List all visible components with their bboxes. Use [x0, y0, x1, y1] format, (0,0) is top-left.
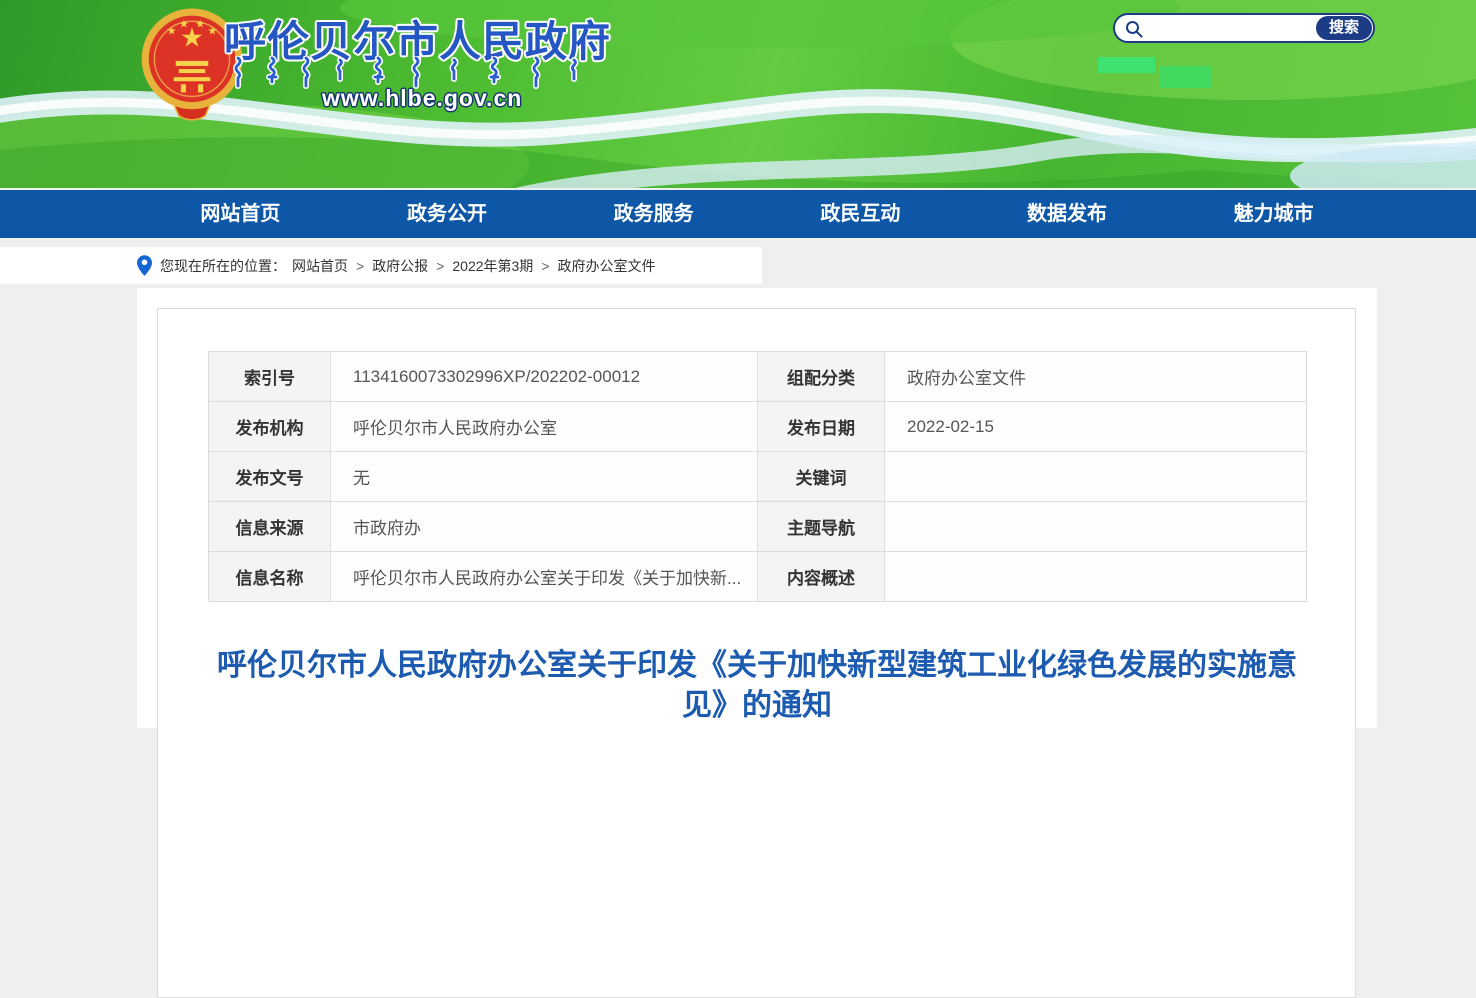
info-value: 无	[331, 452, 758, 502]
site-url: www.hlbe.gov.cn	[322, 85, 522, 112]
info-label: 发布日期	[758, 402, 885, 452]
breadcrumb-link-gazette[interactable]: 政府公报	[372, 256, 428, 276]
table-row: 信息名称 呼伦贝尔市人民政府办公室关于印发《关于加快新... 内容概述	[209, 552, 1307, 602]
document-panel: 索引号 1134160073302996XP/202202-00012 组配分类…	[157, 308, 1356, 998]
info-value: 1134160073302996XP/202202-00012	[331, 352, 758, 402]
info-value: 2022-02-15	[885, 402, 1307, 452]
info-label: 内容概述	[758, 552, 885, 602]
document-title: 呼伦贝尔市人民政府办公室关于印发《关于加快新型建筑工业化绿色发展的实施意见》的通…	[197, 646, 1317, 726]
doc-info-table: 索引号 1134160073302996XP/202202-00012 组配分类…	[208, 351, 1307, 602]
info-label: 主题导航	[758, 502, 885, 552]
breadcrumb-link-category[interactable]: 政府办公室文件	[558, 256, 656, 276]
nav-item-home[interactable]: 网站首页	[137, 190, 344, 238]
table-row: 发布机构 呼伦贝尔市人民政府办公室 发布日期 2022-02-15	[209, 402, 1307, 452]
page: ★ ★ ★ ★ ★ 呼伦贝尔市人民政府	[0, 0, 1476, 728]
info-label: 发布文号	[209, 452, 331, 502]
search-box: 搜索	[1113, 13, 1375, 43]
breadcrumb-separator: >	[356, 258, 364, 274]
info-value: 呼伦贝尔市人民政府办公室关于印发《关于加快新...	[331, 552, 758, 602]
breadcrumb-separator: >	[436, 258, 444, 274]
info-value	[885, 452, 1307, 502]
nav-item-interaction[interactable]: 政民互动	[757, 190, 964, 238]
main-nav: 网站首页 政务公开 政务服务 政民互动 数据发布 魅力城市	[0, 190, 1476, 238]
info-label: 信息名称	[209, 552, 331, 602]
search-icon	[1124, 19, 1144, 39]
svg-text:★: ★	[195, 17, 205, 30]
info-value: 市政府办	[331, 502, 758, 552]
search-button[interactable]: 搜索	[1316, 16, 1372, 40]
svg-text:★: ★	[207, 24, 217, 37]
info-label: 关键词	[758, 452, 885, 502]
nav-item-services[interactable]: 政务服务	[550, 190, 757, 238]
info-label: 信息来源	[209, 502, 331, 552]
nav-item-gov-info[interactable]: 政务公开	[344, 190, 551, 238]
breadcrumb-link-home[interactable]: 网站首页	[292, 256, 348, 276]
content-card: 索引号 1134160073302996XP/202202-00012 组配分类…	[137, 288, 1377, 728]
search-input[interactable]	[1147, 17, 1319, 39]
info-label: 发布机构	[209, 402, 331, 452]
svg-text:★: ★	[167, 24, 177, 37]
breadcrumb-separator: >	[541, 258, 549, 274]
svg-text:★: ★	[179, 17, 189, 30]
site-banner: ★ ★ ★ ★ ★ 呼伦贝尔市人民政府	[0, 0, 1476, 188]
info-value: 呼伦贝尔市人民政府办公室	[331, 402, 758, 452]
nav-item-data[interactable]: 数据发布	[964, 190, 1171, 238]
info-value	[885, 502, 1307, 552]
info-value: 政府办公室文件	[885, 352, 1307, 402]
info-label: 组配分类	[758, 352, 885, 402]
breadcrumb: 您现在所在的位置： 网站首页 > 政府公报 > 2022年第3期 > 政府办公室…	[0, 247, 762, 284]
table-row: 信息来源 市政府办 主题导航	[209, 502, 1307, 552]
breadcrumb-link-issue[interactable]: 2022年第3期	[452, 256, 533, 276]
location-pin-icon	[137, 255, 152, 276]
info-value	[885, 552, 1307, 602]
table-row: 索引号 1134160073302996XP/202202-00012 组配分类…	[209, 352, 1307, 402]
nav-item-city[interactable]: 魅力城市	[1170, 190, 1377, 238]
breadcrumb-prefix: 您现在所在的位置：	[160, 256, 286, 276]
table-row: 发布文号 无 关键词	[209, 452, 1307, 502]
info-label: 索引号	[209, 352, 331, 402]
